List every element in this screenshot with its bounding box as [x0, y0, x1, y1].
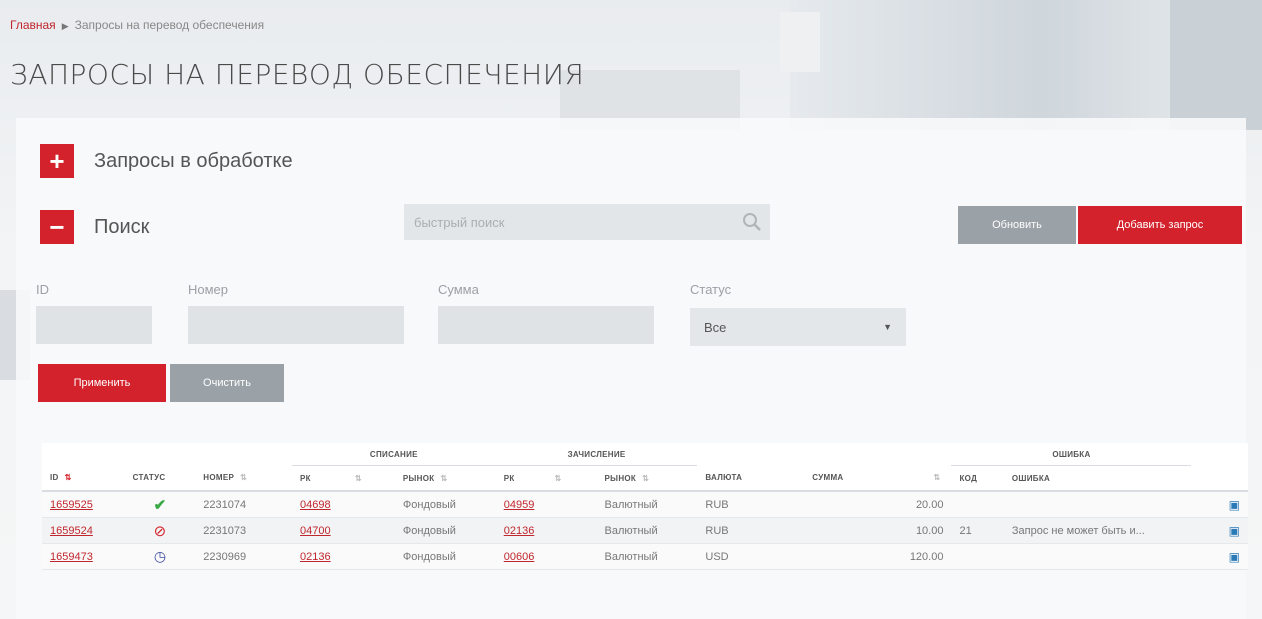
clock-icon: ◷: [153, 548, 167, 564]
number-filter-label: Номер: [188, 282, 229, 297]
table-group-header: СПИСАНИЕ ЗАЧИСЛЕНИЕ ОШИБКА: [42, 443, 1248, 466]
section-search[interactable]: − Поиск: [40, 210, 149, 244]
add-request-button[interactable]: Добавить запрос: [1078, 206, 1242, 244]
checkmark-icon: ✔: [153, 496, 167, 514]
copy-icon[interactable]: ▣: [1229, 524, 1240, 538]
row-rk-debit-link[interactable]: 04698: [300, 499, 331, 511]
row-market-credit: Валютный: [596, 543, 698, 570]
search-icon[interactable]: [734, 204, 770, 240]
sort-icon[interactable]: ⇅: [240, 473, 247, 482]
col-currency: ВАЛЮТА: [697, 465, 805, 492]
table-column-header: ID ⇅ СТАТУС НОМЕР ⇅ РК ⇅ РЫНОК ⇅ РК ⇅ РЫНОК ⇅ …: [42, 465, 1248, 492]
status-filter-select[interactable]: Все ▼: [690, 308, 906, 346]
breadcrumb-home-link[interactable]: Главная: [10, 18, 56, 32]
copy-icon[interactable]: ▣: [1229, 550, 1240, 564]
sum-filter-input[interactable]: [438, 306, 654, 344]
status-filter-value: Все: [704, 319, 727, 335]
row-id-link[interactable]: 1659525: [50, 499, 93, 511]
plus-icon[interactable]: +: [40, 144, 74, 178]
requests-table: СПИСАНИЕ ЗАЧИСЛЕНИЕ ОШИБКА ID ⇅ СТАТУС НО…: [42, 443, 1248, 570]
table-row: 1659524 ⊘ 2231073 04700 Фондовый 02136 В…: [42, 517, 1248, 544]
id-filter-input[interactable]: [36, 306, 152, 344]
row-amount: 10.00: [804, 517, 952, 544]
col-rk-credit[interactable]: РК ⇅: [495, 465, 597, 492]
chevron-down-icon: ▼: [883, 322, 892, 332]
row-error: [1003, 543, 1192, 570]
prohibited-icon: ⊘: [153, 522, 167, 540]
row-market-debit: Фондовый: [394, 543, 496, 570]
col-rk-debit[interactable]: РК ⇅: [292, 465, 395, 492]
row-error: Запрос не может быть и...: [1003, 517, 1192, 544]
table-row: 1659473 ◷ 2230969 02136 Фондовый 00606 В…: [42, 543, 1248, 570]
row-code: [951, 491, 1004, 518]
col-amount[interactable]: СУММА ⇅: [804, 465, 952, 492]
row-currency: USD: [697, 543, 805, 570]
row-number: 2231074: [195, 491, 293, 518]
section-in-progress[interactable]: + Запросы в обработке: [40, 144, 293, 178]
row-amount: 20.00: [804, 491, 952, 518]
row-market-debit: Фондовый: [394, 517, 496, 544]
sort-icon[interactable]: ⇅: [355, 474, 362, 483]
row-code: [951, 543, 1004, 570]
col-code: КОД: [951, 465, 1004, 492]
sort-icon[interactable]: ⇅: [642, 474, 649, 483]
minus-icon[interactable]: −: [40, 210, 74, 244]
quick-search-input[interactable]: быстрый поиск: [414, 215, 734, 230]
id-filter-label: ID: [36, 282, 49, 297]
status-filter-label: Статус: [690, 282, 732, 297]
group-credit: ЗАЧИСЛЕНИЕ: [495, 443, 698, 466]
row-id-link[interactable]: 1659524: [50, 525, 93, 537]
sort-icon[interactable]: ⇅: [934, 473, 941, 482]
col-market-debit[interactable]: РЫНОК ⇅: [394, 465, 496, 492]
row-code: 21: [951, 517, 1004, 544]
col-number[interactable]: НОМЕР ⇅: [195, 465, 293, 492]
row-amount: 120.00: [804, 543, 952, 570]
section-search-label[interactable]: Поиск: [94, 216, 149, 239]
row-currency: RUB: [697, 517, 805, 544]
page-title: ЗАПРОСЫ НА ПЕРЕВОД ОБЕСПЕЧЕНИЯ: [10, 58, 585, 91]
col-market-credit[interactable]: РЫНОК ⇅: [596, 465, 698, 492]
sum-filter-label: Сумма: [438, 282, 479, 297]
group-debit: СПИСАНИЕ: [292, 443, 496, 466]
row-number: 2230969: [195, 543, 293, 570]
quick-search[interactable]: быстрый поиск: [404, 204, 770, 240]
row-rk-credit-link[interactable]: 04959: [504, 499, 535, 511]
number-filter-input[interactable]: [188, 306, 404, 344]
apply-button[interactable]: Применить: [38, 364, 166, 402]
breadcrumb-separator-icon: ▶: [61, 21, 69, 31]
row-currency: RUB: [697, 491, 805, 518]
row-number: 2231073: [195, 517, 293, 544]
row-id-link[interactable]: 1659473: [50, 551, 93, 563]
row-market-credit: Валютный: [596, 517, 698, 544]
group-error: ОШИБКА: [951, 443, 1192, 466]
col-id[interactable]: ID ⇅: [42, 465, 125, 492]
row-market-credit: Валютный: [596, 491, 698, 518]
section-in-progress-label[interactable]: Запросы в обработке: [94, 150, 293, 173]
row-rk-debit-link[interactable]: 02136: [300, 551, 331, 563]
sort-icon[interactable]: ⇅: [555, 474, 562, 483]
sort-icon[interactable]: ⇅: [440, 474, 447, 483]
refresh-button[interactable]: Обновить: [958, 206, 1076, 244]
row-error: [1003, 491, 1192, 518]
col-error: ОШИБКА: [1003, 465, 1192, 492]
clear-button[interactable]: Очистить: [170, 364, 284, 402]
breadcrumb-current: Запросы на перевод обеспечения: [74, 18, 265, 32]
col-status: СТАТУС: [124, 465, 196, 492]
row-rk-debit-link[interactable]: 04700: [300, 525, 331, 537]
breadcrumb: Главная ▶ Запросы на перевод обеспечения: [10, 18, 264, 32]
copy-icon[interactable]: ▣: [1229, 498, 1240, 512]
sort-icon[interactable]: ⇅: [65, 473, 72, 482]
row-rk-credit-link[interactable]: 00606: [504, 551, 535, 563]
row-rk-credit-link[interactable]: 02136: [504, 525, 535, 537]
table-row: 1659525 ✔ 2231074 04698 Фондовый 04959 В…: [42, 491, 1248, 518]
row-market-debit: Фондовый: [394, 491, 496, 518]
